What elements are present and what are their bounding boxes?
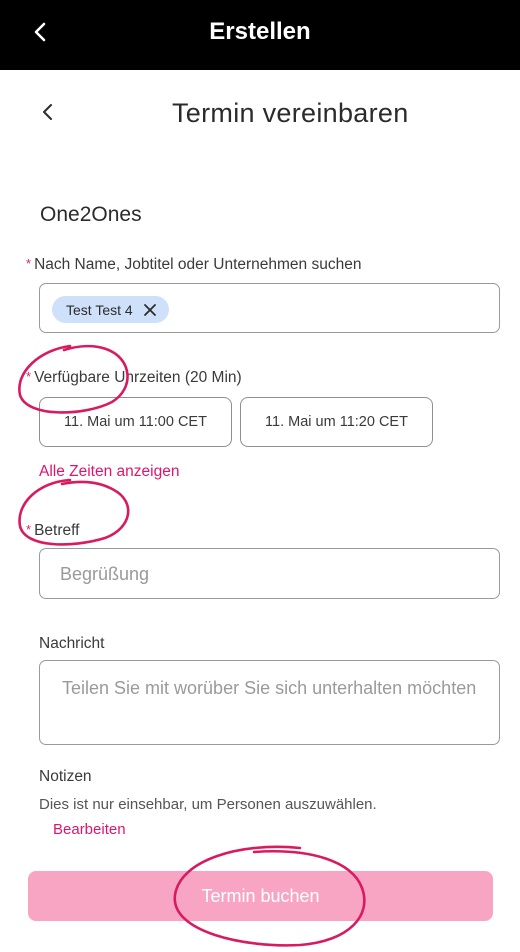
message-label: Nachricht (39, 635, 105, 652)
message-textarea[interactable]: Teilen Sie mit worüber Sie sich unterhal… (39, 660, 500, 745)
required-marker: * (26, 522, 32, 537)
notes-hint: Dies ist nur einsehbar, um Personen ausz… (39, 796, 377, 813)
show-all-times-link[interactable]: Alle Zeiten anzeigen (39, 463, 179, 481)
chip-label: Test Test 4 (66, 301, 133, 318)
edit-notes-link[interactable]: Bearbeiten (53, 821, 126, 838)
subject-label: * Betreff (26, 522, 80, 539)
time-slot-button[interactable]: 11. Mai um 11:20 CET (240, 397, 433, 447)
required-marker: * (26, 256, 32, 271)
section-title: One2Ones (40, 203, 142, 226)
top-bar: Erstellen (0, 0, 520, 70)
page-title: Termin vereinbaren (172, 98, 409, 128)
search-label: * Nach Name, Jobtitel oder Unternehmen su… (26, 256, 362, 273)
book-appointment-button[interactable]: Termin buchen (28, 871, 493, 921)
message-placeholder: Teilen Sie mit worüber Sie sich unterhal… (62, 678, 477, 698)
selected-person-chip: Test Test 4 (52, 296, 169, 323)
times-label: * Verfügbare Uhrzeiten (20 Min) (26, 369, 242, 386)
subject-input[interactable]: Begrüßung (39, 548, 500, 599)
time-slot-button[interactable]: 11. Mai um 11:00 CET (39, 397, 232, 447)
search-input[interactable]: Test Test 4 (39, 283, 500, 333)
notes-label: Notizen (39, 768, 92, 785)
top-bar-title: Erstellen (209, 18, 311, 45)
chevron-left-icon[interactable] (38, 96, 58, 128)
close-icon[interactable] (143, 303, 157, 317)
required-marker: * (26, 369, 32, 384)
subject-placeholder: Begrüßung (60, 564, 150, 584)
